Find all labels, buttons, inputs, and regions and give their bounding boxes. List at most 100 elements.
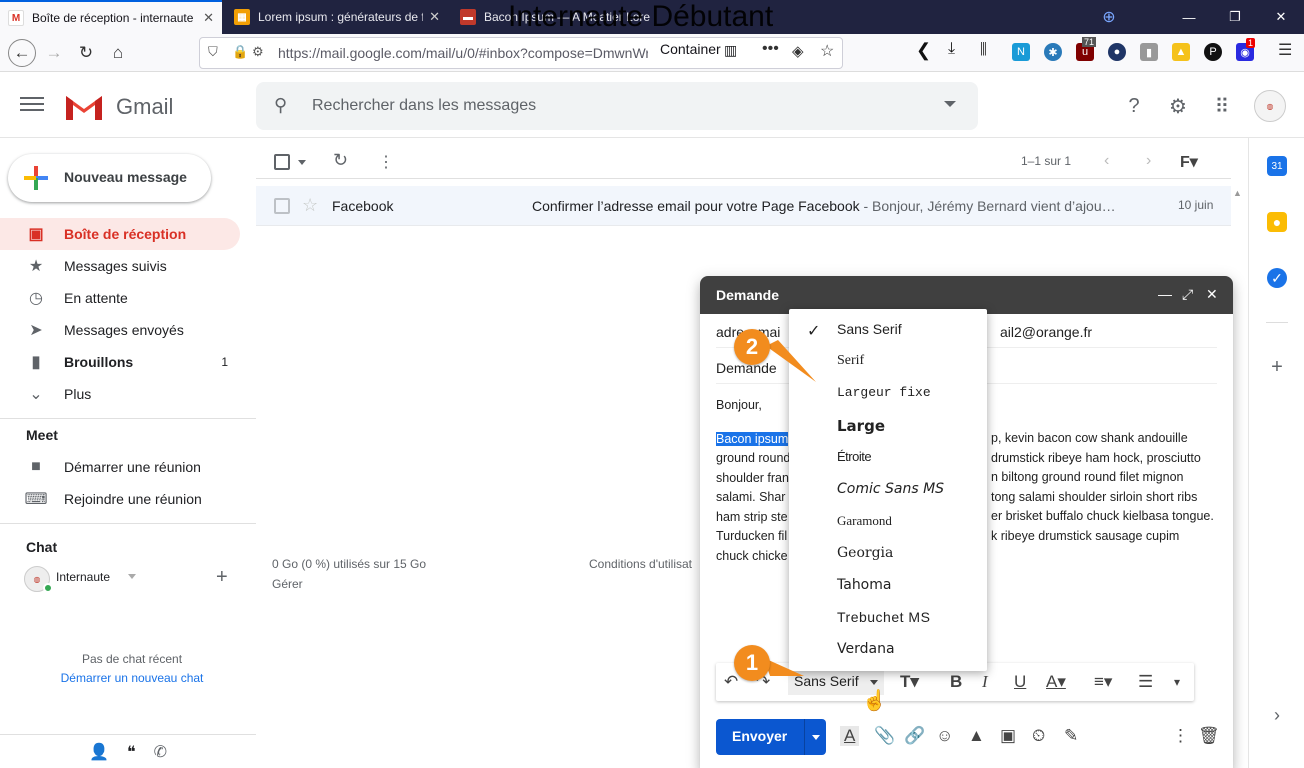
sidebar-item-more[interactable]: ⌄ Plus [0,378,240,410]
search-options-icon[interactable] [944,101,956,107]
bookmark-star-icon[interactable]: ☆ [820,41,834,61]
more-options-icon[interactable]: ⋮ [1172,726,1189,746]
more-vert-icon[interactable]: ⋮ [378,152,394,172]
font-option-georgia[interactable]: Georgia [789,538,987,570]
new-tab-icon[interactable]: ⊕ [1086,0,1132,34]
phone-icon[interactable]: ✆ [154,742,167,762]
sidebar-item-snoozed[interactable]: ◷ En attente [0,282,240,314]
signature-icon[interactable]: ✎ [1064,726,1078,746]
align-icon[interactable]: ≡▾ [1094,672,1112,692]
minimize-icon[interactable]: — [1166,0,1212,34]
url-bar[interactable]: ⛉ 🔒 ⚙ https://mail.google.com/mail/u/0/#… [199,37,843,69]
font-option-tahoma[interactable]: Tahoma [789,570,987,602]
avatar[interactable]: ◍ [1254,90,1286,122]
tab-inbox[interactable]: M Boîte de réception - internaute ✕ [0,0,222,34]
extension-gray-icon[interactable]: ▮ [1140,43,1158,61]
refresh-icon[interactable]: ↻ [333,150,348,171]
bold-icon[interactable]: B [950,672,962,692]
font-option-comic[interactable]: Comic Sans MS [789,474,987,506]
discard-draft-icon[interactable]: 🗑 [1198,726,1220,746]
pocket-icon[interactable]: ◈ [792,42,804,60]
meet-join[interactable]: ⌨ Rejoindre une réunion [0,483,240,515]
extension-lock-icon[interactable]: ● [1108,43,1126,61]
drive-icon[interactable]: ▲ [968,726,985,746]
restore-icon[interactable]: ❐ [1212,0,1258,34]
chevron-left-icon[interactable]: ❮ [916,40,931,61]
formatting-options-icon[interactable]: A [840,726,860,746]
apps-icon[interactable]: ⠿ [1210,94,1234,118]
keep-icon[interactable]: ● [1267,212,1287,232]
extension-n-icon[interactable]: N [1012,43,1030,61]
sidebar-item-drafts[interactable]: ▮ Brouillons 1 [0,346,240,378]
extension-globe-icon[interactable]: ✱ [1044,43,1062,61]
extension-p-icon[interactable]: P [1204,43,1222,61]
input-tools-icon[interactable]: F▾ [1180,152,1198,172]
attach-icon[interactable]: 📎 [874,726,895,746]
font-option-trebuchet[interactable]: Trebuchet MS [789,602,987,634]
download-icon[interactable]: ⤓ [948,40,955,58]
font-option-garamond[interactable]: Garamond [789,506,987,538]
search-icon[interactable]: ⚲ [274,95,287,116]
menu-icon[interactable]: ☰ [1278,40,1292,60]
emoji-icon[interactable]: ☺ [936,726,953,746]
home-icon[interactable]: ⌂ [104,39,132,67]
help-icon[interactable]: ? [1122,94,1146,118]
sidebar-item-starred[interactable]: ★ Messages suivis [0,250,240,282]
font-size-icon[interactable]: T▾ [900,672,919,692]
search-box[interactable]: ⚲ Rechercher dans les messages [256,82,978,130]
photo-icon[interactable]: ▣ [1000,726,1016,746]
compose-button[interactable]: Nouveau message [8,154,211,202]
tab-lorem[interactable]: ▦ Lorem ipsum : générateurs de f ✕ [226,0,448,34]
more-formatting-icon[interactable]: ▾ [1174,675,1180,689]
sidebar-item-sent[interactable]: ➤ Messages envoyés [0,314,240,346]
font-option-verdana[interactable]: Verdana [789,634,987,666]
add-addon-icon[interactable]: + [1267,356,1287,378]
fullscreen-icon[interactable]: ⤢ [1182,286,1193,303]
row-checkbox[interactable] [274,198,290,214]
manage-link[interactable]: Gérer [272,577,303,591]
extension-yellow-icon[interactable]: ▲ [1172,43,1190,61]
underline-icon[interactable]: U [1014,672,1026,692]
link-icon[interactable]: 🔗 [904,726,925,746]
chat-status-dropdown-icon[interactable] [128,574,136,579]
chat-user[interactable]: Internaute [56,570,110,584]
meet-start[interactable]: ■ Démarrer une réunion [0,451,240,483]
text-color-icon[interactable]: A▾ [1046,672,1066,692]
italic-icon[interactable]: I [982,672,988,692]
main-menu-icon[interactable] [20,93,44,117]
font-option-narrow[interactable]: Étroite [789,442,987,474]
close-icon[interactable]: ✕ [429,9,440,25]
container-label[interactable]: Container [660,41,721,57]
close-icon[interactable]: ✕ [203,10,214,26]
send-button[interactable]: Envoyer [716,719,826,755]
send-options-button[interactable] [804,719,826,755]
add-chat-icon[interactable]: + [216,566,228,589]
start-chat-link[interactable]: Démarrer un nouveau chat [0,671,264,685]
confidential-icon[interactable]: ⏲ [1032,726,1045,746]
window-close-icon[interactable]: ✕ [1258,0,1304,34]
more-icon[interactable]: ••• [762,40,779,58]
hangouts-icon[interactable]: ❝ [127,742,136,762]
next-page-icon[interactable]: › [1146,152,1151,170]
terms-link[interactable]: Conditions d'utilisat [589,557,692,571]
star-icon[interactable]: ☆ [302,195,318,216]
numbered-list-icon[interactable]: ☰ [1138,672,1153,692]
reload-icon[interactable]: ↻ [72,39,100,67]
prev-page-icon[interactable]: ‹ [1104,152,1109,170]
table-row[interactable]: ☆ Facebook Confirmer l’adresse email pou… [256,186,1231,226]
select-all-checkbox[interactable] [274,154,290,170]
calendar-icon[interactable]: 31 [1267,156,1287,176]
select-dropdown-icon[interactable] [298,160,306,165]
expand-panel-icon[interactable]: › [1267,705,1287,725]
close-icon[interactable]: ✕ [1206,286,1218,303]
font-option-wide[interactable]: Large [789,410,987,442]
minimize-icon[interactable]: — [1158,286,1172,302]
library-icon[interactable]: ⫼ [980,41,987,58]
person-icon[interactable]: 👤 [89,742,109,762]
tasks-icon[interactable]: ✓ [1267,268,1287,288]
sidebar-item-inbox[interactable]: ▣ Boîte de réception [0,218,240,250]
gear-icon[interactable]: ⚙ [1166,94,1190,118]
undo-icon[interactable]: ↶ [724,672,738,692]
forward-icon[interactable]: → [40,39,68,67]
back-icon[interactable]: ← [8,39,36,67]
